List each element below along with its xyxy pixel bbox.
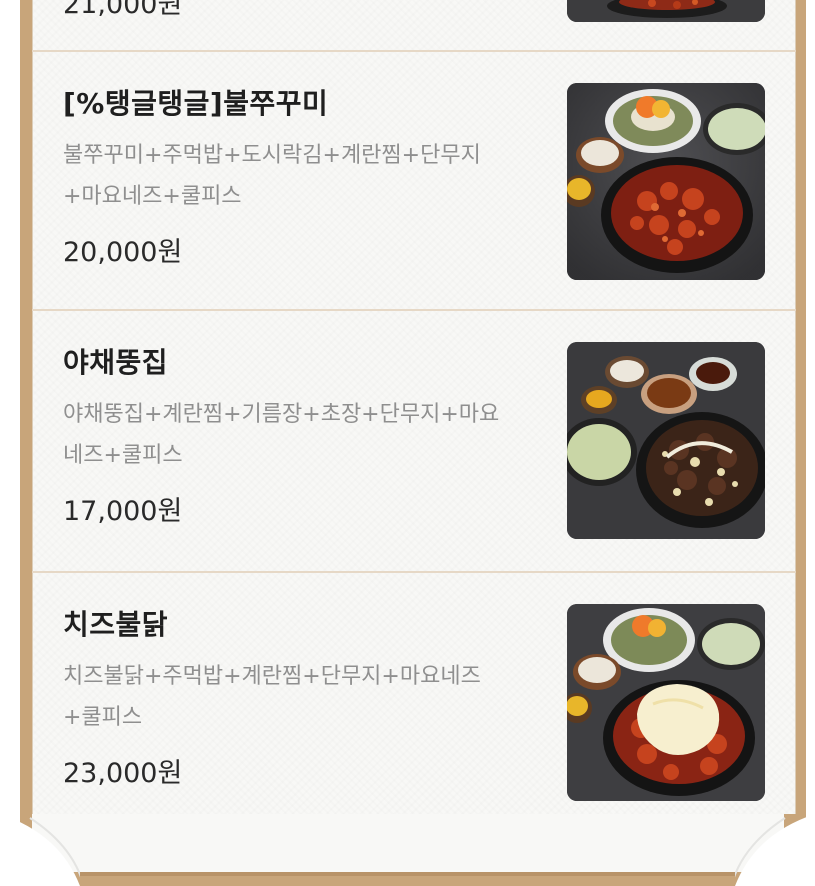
menu-item-price: 17,000원 — [63, 496, 183, 527]
menu-item-description-line: 네즈+쿨피스 — [63, 443, 183, 468]
menu-item-photo — [567, 0, 765, 22]
menu-item[interactable]: 치즈불닭 치즈불닭+주먹밥+계란찜+단무지+마요네즈 +쿨피스 23,000원 — [32, 573, 796, 814]
menu-item-partial[interactable]: 21,000원 — [32, 0, 796, 52]
menu-item[interactable]: [%탱글탱글]불쭈꾸미 불쭈꾸미+주먹밥+도시락김+계란찜+단무지 +마요네즈+… — [32, 52, 796, 311]
menu-item-description-line: +쿨피스 — [63, 705, 143, 730]
menu-item-description-line: 치즈불닭+주먹밥+계란찜+단무지+마요네즈 — [63, 664, 481, 689]
menu-item-name: 치즈불닭 — [63, 608, 169, 641]
menu-item-description: 야채뚱집+계란찜+기름장+초장+단무지+마요 네즈+쿨피스 — [63, 394, 533, 476]
menu-item-photo — [567, 342, 765, 539]
menu-item-name: 야채뚱집 — [63, 346, 169, 379]
menu-item[interactable]: 야채뚱집 야채뚱집+계란찜+기름장+초장+단무지+마요 네즈+쿨피스 17,00… — [32, 311, 796, 573]
menu-item-description-line: 야채뚱집+계란찜+기름장+초장+단무지+마요 — [63, 402, 500, 427]
menu-item-price: 20,000원 — [63, 237, 183, 268]
menu-item-description: 불쭈꾸미+주먹밥+도시락김+계란찜+단무지 +마요네즈+쿨피스 — [63, 135, 533, 217]
menu-item-price: 23,000원 — [63, 758, 183, 789]
menu-item-photo — [567, 83, 765, 280]
menu-item-name: [%탱글탱글]불쭈꾸미 — [63, 87, 329, 120]
menu-item-description-line: 불쭈꾸미+주먹밥+도시락김+계란찜+단무지 — [63, 143, 481, 168]
menu-item-description-line: +마요네즈+쿨피스 — [63, 184, 242, 209]
scroll-bottom-curl — [0, 814, 815, 886]
menu-item-photo — [567, 604, 765, 801]
menu-item-price: 21,000원 — [63, 0, 183, 20]
menu-item-description: 치즈불닭+주먹밥+계란찜+단무지+마요네즈 +쿨피스 — [63, 656, 533, 738]
